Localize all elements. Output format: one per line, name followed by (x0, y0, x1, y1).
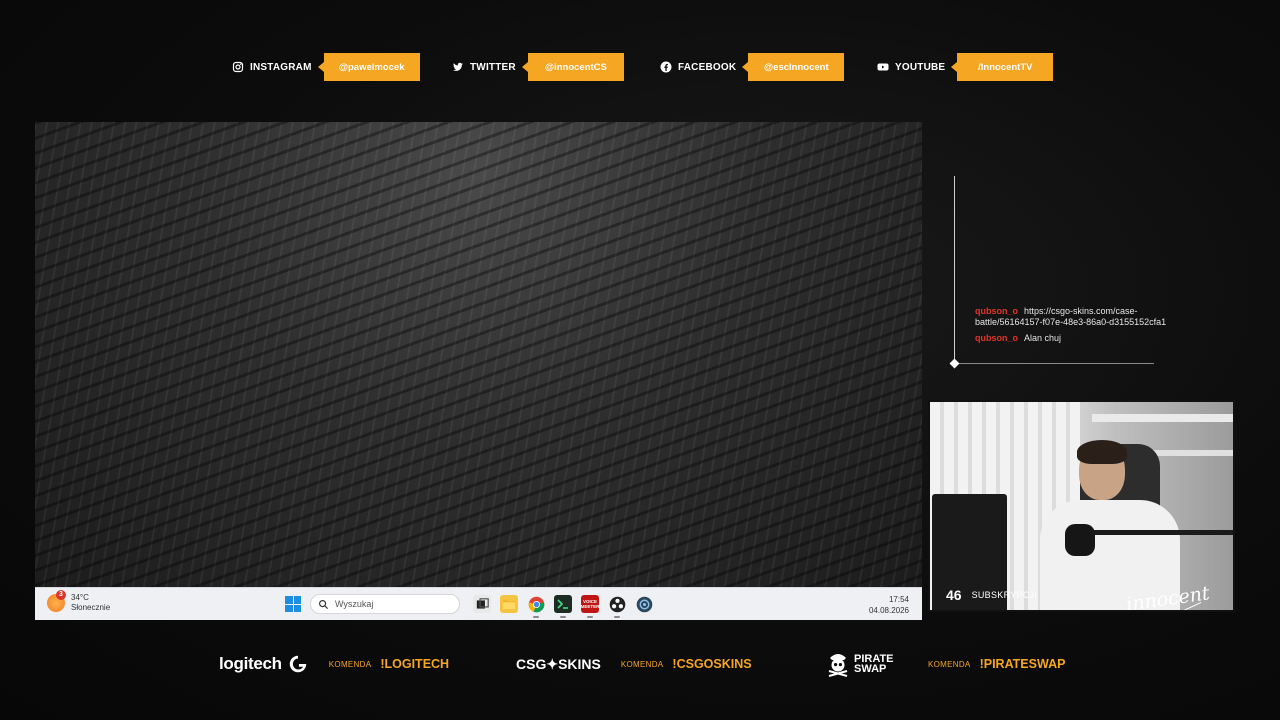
start-button-icon[interactable] (285, 596, 301, 612)
logitech-logo: logitech (219, 653, 309, 675)
sponsor-command: !PIRATESWAP (979, 657, 1066, 671)
chat-diamond-marker (949, 358, 960, 369)
sponsor-name: logitech (219, 654, 282, 673)
chat-message: qubson_o https://csgo-skins.com/case-batt… (975, 306, 1205, 328)
social-label: INSTAGRAM (250, 61, 312, 73)
social-instagram-label: INSTAGRAM (232, 61, 324, 73)
system-clock[interactable]: 17:54 04.08.2026 (869, 594, 909, 616)
social-twitter-label: TWITTER (452, 61, 528, 73)
stream-overlay: INSTAGRAM @pawelmocek TWITTER @innocentC… (0, 0, 1280, 720)
clock-date: 04.08.2026 (868, 606, 909, 615)
streamer-hair (1077, 440, 1127, 464)
mic-arm (1090, 530, 1233, 535)
sponsor-command: !CSGOSKINS (672, 657, 752, 671)
sponsor-logitech: logitech KOMENDA !LOGITECH (219, 651, 449, 677)
social-facebook: FACEBOOK @escInnocent (660, 53, 845, 81)
taskbar-apps: Wyszukaj VOICE MEETER (285, 594, 653, 618)
social-handle: @escInnocent (742, 53, 845, 81)
weather-sun-icon: 3 (47, 590, 66, 612)
social-label: FACEBOOK (678, 61, 737, 73)
notification-badge: 3 (56, 590, 66, 600)
social-label: TWITTER (470, 61, 516, 73)
microphone (1065, 524, 1095, 556)
weather-desc: Słonecznie (71, 603, 111, 612)
search-icon (319, 599, 329, 609)
weather-temp: 34°C (71, 593, 89, 602)
social-facebook-label: FACEBOOK (660, 61, 748, 73)
pirate-skull-icon (828, 654, 848, 677)
social-youtube: YOUTUBE /InnocentTV (877, 53, 1054, 81)
terminal-icon[interactable] (554, 595, 572, 618)
logitech-g-icon (289, 655, 307, 673)
subscriber-counter: 46 SUBSKRYPCJI (946, 587, 1037, 603)
sponsor-command: !LOGITECH (380, 657, 450, 671)
social-handle: @innocentCS (521, 53, 624, 81)
youtube-icon (877, 63, 889, 71)
sub-count: 46 (946, 587, 962, 603)
steam-icon[interactable] (635, 595, 653, 613)
windows-taskbar: 3 34°C Słonecznie Wyszukaj VOICE MEETER … (35, 587, 922, 620)
chat-username: qubson_o (975, 333, 1018, 343)
social-instagram: INSTAGRAM @pawelmocek (232, 53, 420, 81)
csgoskins-logo: CSG✦SKINS (516, 655, 601, 672)
pirateswap-logo: PIRATE SWAP (827, 651, 902, 677)
sponsor-keyword: KOMENDA (928, 659, 971, 669)
weather-widget[interactable]: 3 34°C Słonecznie (47, 590, 111, 613)
chat-bottom-line (954, 363, 1154, 364)
instagram-icon (232, 61, 244, 73)
search-placeholder: Wyszukaj (335, 599, 374, 609)
desktop-wallpaper (35, 122, 922, 587)
obs-icon[interactable] (608, 595, 626, 618)
sponsor-pirateswap: PIRATE SWAP KOMENDA !PIRATESWAP (827, 651, 1065, 677)
chat-divider (954, 176, 955, 364)
chat-text: Alan chuj (1024, 333, 1062, 343)
desktop-capture: 3 34°C Słonecznie Wyszukaj VOICE MEETER … (35, 122, 922, 620)
social-handle: @pawelmocek (317, 53, 420, 81)
clock-time: 17:54 (888, 595, 909, 604)
voicemeeter-icon[interactable]: VOICE MEETER (580, 595, 600, 618)
webcam-feed: 46 SUBSKRYPCJI innocent (928, 400, 1235, 612)
facebook-icon (660, 61, 672, 73)
search-box[interactable]: Wyszukaj (310, 594, 460, 614)
task-view-icon[interactable] (473, 595, 491, 613)
social-handle: /InnocentTV (951, 53, 1054, 81)
social-label: YOUTUBE (895, 61, 946, 73)
sponsor-keyword: KOMENDA (620, 659, 664, 669)
social-twitter: TWITTER @innocentCS (452, 53, 624, 81)
chat-message: qubson_o Alan chuj (975, 333, 1205, 344)
file-explorer-icon[interactable] (500, 595, 518, 613)
social-youtube-label: YOUTUBE (877, 61, 957, 73)
sub-label: SUBSKRYPCJI (971, 590, 1038, 600)
twitter-icon (453, 62, 463, 71)
chrome-icon[interactable] (527, 595, 545, 618)
voicemeeter-label: VOICE MEETER (580, 599, 600, 609)
sponsor-keyword: KOMENDA (328, 659, 372, 669)
webcam-shelf (1092, 414, 1233, 422)
sponsor-csgoskins: CSG✦SKINS KOMENDA !CSGOSKINS (516, 651, 752, 677)
sponsor-name: PIRATE SWAP (854, 653, 894, 675)
chat-username: qubson_o (975, 306, 1018, 316)
